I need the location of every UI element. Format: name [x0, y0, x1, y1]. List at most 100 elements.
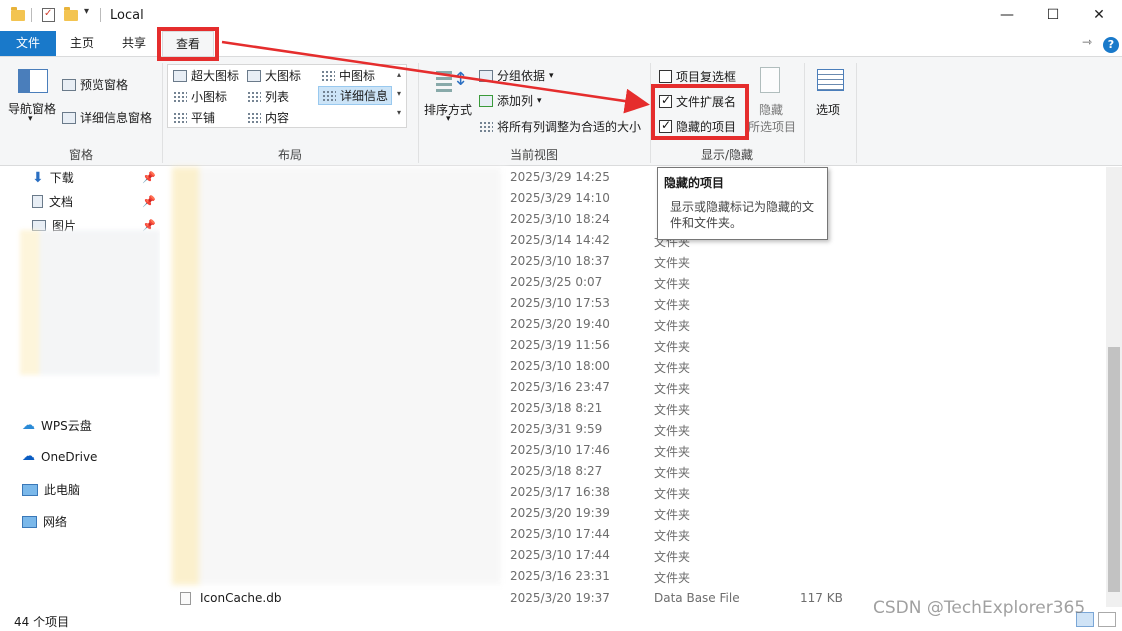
table-row[interactable]: 2025/3/14 14:42 文件夹 — [160, 230, 1106, 251]
fit-columns-button[interactable]: 将所有列调整为合适的大小 — [479, 118, 641, 135]
tooltip-text: 显示或隐藏标记为隐藏的文件和文件夹。 — [670, 200, 815, 230]
layout-details[interactable]: 详细信息 — [318, 86, 393, 105]
pin-icon[interactable]: 📌 — [142, 171, 156, 184]
item-checkboxes-toggle[interactable]: 项目复选框 — [659, 68, 736, 85]
layout-label: 详细信息 — [340, 89, 389, 103]
nav-item-wps-cloud[interactable]: ☁ WPS云盘 — [22, 417, 92, 434]
add-columns-icon — [479, 94, 493, 107]
nav-item-downloads[interactable]: ⬇ 下载 — [32, 169, 74, 186]
content-icon — [247, 111, 261, 124]
table-row[interactable]: 2025/3/25 0:07 文件夹 — [160, 272, 1106, 293]
file-type: 文件夹 — [654, 382, 691, 396]
layout-extra-large-icons[interactable]: 超大图标 — [173, 67, 239, 84]
layout-label: 大图标 — [265, 69, 302, 83]
group-by-button[interactable]: 分组依据 ▾ — [479, 67, 554, 84]
table-row[interactable]: 2025/3/18 8:21 文件夹 — [160, 398, 1106, 419]
table-row[interactable]: 2025/3/10 17:53 文件夹 — [160, 293, 1106, 314]
file-date: 2025/3/20 19:39 — [510, 506, 610, 520]
file-date: 2025/3/10 18:37 — [510, 254, 610, 268]
properties-icon[interactable] — [42, 8, 55, 22]
layout-medium-icons[interactable]: 中图标 — [321, 67, 375, 84]
layout-list[interactable]: 列表 — [247, 88, 289, 105]
table-row[interactable]: 2025/3/10 18:37 文件夹 — [160, 251, 1106, 272]
file-date: 2025/3/10 17:53 — [510, 296, 610, 310]
file-type: 文件夹 — [654, 277, 691, 291]
table-row[interactable]: 2025/3/10 18:00 文件夹 — [160, 356, 1106, 377]
download-arrow-icon: ⬇ — [32, 169, 44, 186]
help-icon[interactable]: ? — [1103, 37, 1119, 53]
file-type: 文件夹 — [654, 256, 691, 270]
file-date: 2025/3/20 19:37 — [510, 591, 610, 605]
table-row[interactable]: 2025/3/19 11:56 文件夹 — [160, 335, 1106, 356]
nav-item-documents[interactable]: 文档 — [32, 193, 73, 210]
nav-label: 文档 — [49, 195, 74, 209]
table-row[interactable]: 2025/3/17 16:38 文件夹 — [160, 482, 1106, 503]
close-button[interactable]: ✕ — [1076, 0, 1122, 31]
details-pane-button[interactable]: 详细信息窗格 — [62, 109, 152, 126]
layout-large-icons[interactable]: 大图标 — [247, 67, 301, 84]
table-row[interactable]: 2025/3/18 8:27 文件夹 — [160, 461, 1106, 482]
cloud-icon: ☁ — [22, 418, 35, 433]
preview-pane-button[interactable]: 预览窗格 — [62, 76, 128, 93]
onedrive-icon: ☁ — [22, 449, 35, 464]
table-row[interactable]: 2025/3/20 19:40 文件夹 — [160, 314, 1106, 335]
nav-item-this-pc[interactable]: 此电脑 — [22, 481, 80, 498]
pin-icon[interactable]: 📌 — [142, 195, 156, 208]
layout-tiles[interactable]: 平铺 — [173, 109, 215, 126]
table-row[interactable]: 2025/3/16 23:31 文件夹 — [160, 566, 1106, 587]
table-row[interactable]: 2025/3/29 14:10 — [160, 188, 1106, 209]
nav-label: 下载 — [49, 171, 74, 185]
file-date: 2025/3/14 14:42 — [510, 233, 610, 247]
item-checkboxes-label: 项目复选框 — [676, 70, 737, 84]
nav-item-network[interactable]: 网络 — [22, 513, 67, 530]
hide-selected-button-line2[interactable]: 所选项目 — [748, 118, 796, 135]
file-type: 文件夹 — [654, 361, 691, 375]
file-type: Data Base File — [654, 591, 740, 605]
group-by-label: 分组依据 — [497, 69, 546, 83]
table-row[interactable]: 2025/3/20 19:39 文件夹 — [160, 503, 1106, 524]
file-type: 文件夹 — [654, 550, 691, 564]
table-row[interactable]: 2025/3/10 18:24 — [160, 209, 1106, 230]
layout-label: 列表 — [265, 90, 290, 104]
file-date: 2025/3/29 14:10 — [510, 191, 610, 205]
file-type: 文件夹 — [654, 487, 691, 501]
nav-item-onedrive[interactable]: ☁ OneDrive — [22, 449, 97, 464]
table-row[interactable]: 2025/3/10 17:46 文件夹 — [160, 440, 1106, 461]
pin-ribbon-icon[interactable]: ⇾ — [1082, 35, 1092, 49]
file-type: 文件夹 — [654, 529, 691, 543]
maximize-button[interactable]: ☐ — [1030, 0, 1076, 31]
nav-label: OneDrive — [41, 449, 98, 464]
tab-share[interactable]: 共享 — [110, 31, 158, 56]
file-date: 2025/3/19 11:56 — [510, 338, 610, 352]
layout-small-icons[interactable]: 小图标 — [173, 88, 227, 105]
add-columns-button[interactable]: 添加列 ▾ — [479, 92, 542, 109]
table-row[interactable]: 2025/3/16 23:47 文件夹 — [160, 377, 1106, 398]
new-folder-icon[interactable] — [64, 7, 78, 21]
layout-scroll[interactable]: ▴ ▾ ▾ — [392, 65, 406, 122]
table-row[interactable]: 2025/3/29 14:25 — [160, 167, 1106, 188]
tab-home[interactable]: 主页 — [58, 31, 106, 56]
table-row[interactable]: 2025/3/10 17:44 文件夹 — [160, 545, 1106, 566]
table-row[interactable]: 2025/3/31 9:59 文件夹 — [160, 419, 1106, 440]
vertical-scrollbar[interactable] — [1106, 167, 1122, 607]
hide-selected-button[interactable]: 隐藏 — [759, 101, 783, 118]
navigation-pane: ⬇ 下载 📌 文档 📌 图片 📌 ☁ WPS云盘 ☁ OneDrive 此电脑 网络 — [0, 167, 160, 607]
tab-file[interactable]: 文件 — [0, 31, 56, 56]
checkbox[interactable] — [659, 70, 672, 83]
layout-content[interactable]: 内容 — [247, 109, 289, 126]
item-count: 44 个项目 — [14, 615, 70, 629]
details-view-icon — [322, 89, 336, 102]
large-icons-view-toggle[interactable] — [1098, 612, 1116, 627]
chevron-down-icon: ▾ — [537, 95, 542, 106]
file-type: 文件夹 — [654, 403, 691, 417]
options-icon — [817, 69, 844, 91]
divider — [100, 8, 101, 22]
scrollbar-thumb[interactable] — [1108, 347, 1120, 592]
minimize-button[interactable]: — — [984, 0, 1030, 31]
table-row[interactable]: 2025/3/10 17:44 文件夹 — [160, 524, 1106, 545]
customize-quick-access-icon[interactable]: ▾ — [84, 6, 89, 17]
file-date: 2025/3/18 8:21 — [510, 401, 603, 415]
options-button[interactable]: 选项 — [816, 101, 840, 118]
layout-label: 小图标 — [191, 90, 228, 104]
small-icons-icon — [173, 90, 187, 103]
